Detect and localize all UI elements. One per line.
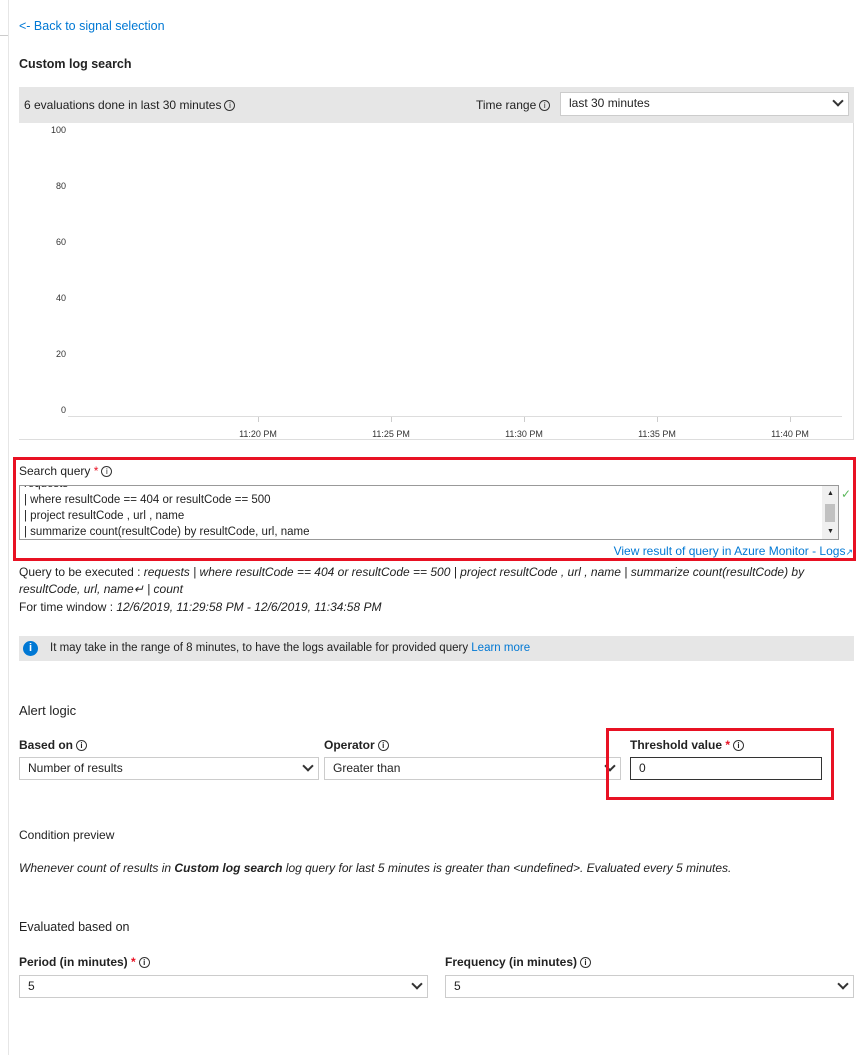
based-on-value: Number of results bbox=[28, 761, 123, 775]
page-title: Custom log search bbox=[19, 57, 132, 71]
chevron-down-icon bbox=[302, 760, 314, 772]
scrollbar[interactable]: ▲ ▼ bbox=[822, 486, 838, 539]
query-line: | project resultCode , url , name bbox=[24, 510, 185, 522]
operator-value: Greater than bbox=[333, 761, 401, 775]
check-icon: ✓ bbox=[841, 487, 852, 501]
info-icon[interactable]: i bbox=[76, 740, 88, 751]
y-tick: 0 bbox=[60, 405, 66, 415]
info-bar: i It may take in the range of 8 minutes,… bbox=[19, 636, 854, 661]
time-window-value: 12/6/2019, 11:29:58 PM - 12/6/2019, 11:3… bbox=[116, 600, 382, 614]
condition-preview-heading: Condition preview bbox=[19, 828, 115, 842]
evaluated-heading: Evaluated based on bbox=[19, 920, 130, 934]
based-on-select[interactable]: Number of results bbox=[19, 757, 319, 780]
info-icon[interactable]: i bbox=[733, 740, 745, 751]
chevron-down-icon bbox=[837, 978, 849, 990]
x-tick: 11:20 PM bbox=[239, 429, 277, 439]
x-tick: 11:40 PM bbox=[771, 429, 809, 439]
operator-text: Operator bbox=[324, 738, 375, 752]
x-tick: 11:25 PM bbox=[372, 429, 410, 439]
x-axis bbox=[68, 416, 842, 417]
query-to-execute: Query to be executed : requests | where … bbox=[19, 564, 854, 598]
threshold-value: 0 bbox=[639, 761, 646, 775]
external-link-icon: ↗ bbox=[845, 547, 853, 557]
learn-more-link[interactable]: Learn more bbox=[471, 642, 530, 654]
x-tick-mark bbox=[657, 417, 658, 422]
query-exec-label: Query to be executed : bbox=[19, 565, 144, 579]
frequency-select[interactable]: 5 bbox=[445, 975, 854, 998]
info-text: It may take in the range of 8 minutes, t… bbox=[50, 642, 530, 654]
period-text: Period (in minutes) bbox=[19, 955, 128, 969]
time-window-label: For time window : bbox=[19, 600, 117, 614]
operator-label: Operator i bbox=[324, 738, 389, 752]
info-icon[interactable]: i bbox=[377, 740, 389, 751]
x-tick-mark bbox=[790, 417, 791, 422]
search-query-text: Search query bbox=[19, 464, 91, 478]
info-icon[interactable]: i bbox=[224, 100, 236, 111]
query-line: requests bbox=[24, 486, 838, 492]
operator-select[interactable]: Greater than bbox=[324, 757, 621, 780]
x-tick: 11:35 PM bbox=[638, 429, 676, 439]
frequency-text: Frequency (in minutes) bbox=[445, 955, 578, 969]
back-link[interactable]: <- Back to signal selection bbox=[19, 19, 165, 33]
chart bbox=[19, 123, 854, 440]
threshold-text: Threshold value bbox=[630, 738, 723, 752]
info-icon[interactable]: i bbox=[138, 957, 150, 968]
x-tick-mark bbox=[258, 417, 259, 422]
x-tick: 11:30 PM bbox=[505, 429, 543, 439]
info-icon[interactable]: i bbox=[101, 466, 113, 477]
info-message: It may take in the range of 8 minutes, t… bbox=[50, 642, 472, 654]
threshold-label: Threshold value * i bbox=[630, 738, 745, 752]
y-tick: 40 bbox=[55, 293, 66, 303]
info-icon[interactable]: i bbox=[580, 957, 592, 968]
time-range-text: Time range bbox=[476, 98, 537, 112]
evaluations-label: 6 evaluations done in last 30 minutes bbox=[24, 98, 222, 112]
time-range-select[interactable]: last 30 minutes bbox=[560, 92, 849, 116]
y-tick: 100 bbox=[50, 125, 66, 135]
search-query-textarea[interactable]: requests | where resultCode == 404 or re… bbox=[19, 485, 839, 540]
x-tick-mark bbox=[391, 417, 392, 422]
evaluations-bar: 6 evaluations done in last 30 minutes i T… bbox=[19, 87, 854, 123]
chevron-down-icon bbox=[832, 95, 844, 107]
y-tick: 80 bbox=[55, 181, 66, 191]
time-range-value: last 30 minutes bbox=[569, 96, 650, 110]
time-range-label: Time range i bbox=[476, 98, 551, 112]
chevron-down-icon bbox=[411, 978, 423, 990]
required-marker: * bbox=[725, 738, 731, 752]
view-in-logs-link[interactable]: View result of query in Azure Monitor - … bbox=[614, 544, 853, 558]
condition-preview-text: Whenever count of results in Custom log … bbox=[19, 861, 731, 875]
y-tick: 60 bbox=[55, 237, 66, 247]
based-on-label: Based on i bbox=[19, 738, 88, 752]
required-marker: * bbox=[131, 955, 136, 969]
scroll-up-icon[interactable]: ▲ bbox=[827, 490, 834, 497]
query-line: | where resultCode == 404 or resultCode … bbox=[24, 494, 271, 506]
required-marker: * bbox=[93, 464, 99, 478]
divider bbox=[0, 35, 8, 36]
alert-logic-heading: Alert logic bbox=[19, 703, 77, 718]
period-value: 5 bbox=[28, 979, 35, 993]
evaluations-text: 6 evaluations done in last 30 minutes i bbox=[24, 98, 236, 112]
condition-pre: Whenever count of results in bbox=[19, 861, 175, 875]
frequency-value: 5 bbox=[454, 979, 461, 993]
scroll-thumb[interactable] bbox=[825, 504, 835, 522]
threshold-input[interactable]: 0 bbox=[630, 757, 822, 780]
query-line: | summarize count(resultCode) by resultC… bbox=[24, 526, 310, 538]
view-in-logs-text: View result of query in Azure Monitor - … bbox=[613, 544, 846, 558]
time-window: For time window : 12/6/2019, 11:29:58 PM… bbox=[19, 600, 381, 614]
period-label: Period (in minutes) * i bbox=[19, 955, 150, 969]
based-on-text: Based on bbox=[19, 738, 74, 752]
search-query-label: Search query * i bbox=[19, 464, 113, 478]
y-tick: 20 bbox=[55, 349, 66, 359]
condition-bold: Custom log search bbox=[174, 861, 283, 875]
period-select[interactable]: 5 bbox=[19, 975, 428, 998]
frequency-label: Frequency (in minutes) i bbox=[445, 955, 592, 969]
condition-post: log query for last 5 minutes is greater … bbox=[282, 861, 732, 875]
scroll-down-icon[interactable]: ▼ bbox=[827, 528, 834, 535]
x-tick-mark bbox=[524, 417, 525, 422]
info-icon[interactable]: i bbox=[539, 100, 551, 111]
panel-divider bbox=[8, 0, 9, 1055]
info-icon: i bbox=[23, 641, 38, 656]
